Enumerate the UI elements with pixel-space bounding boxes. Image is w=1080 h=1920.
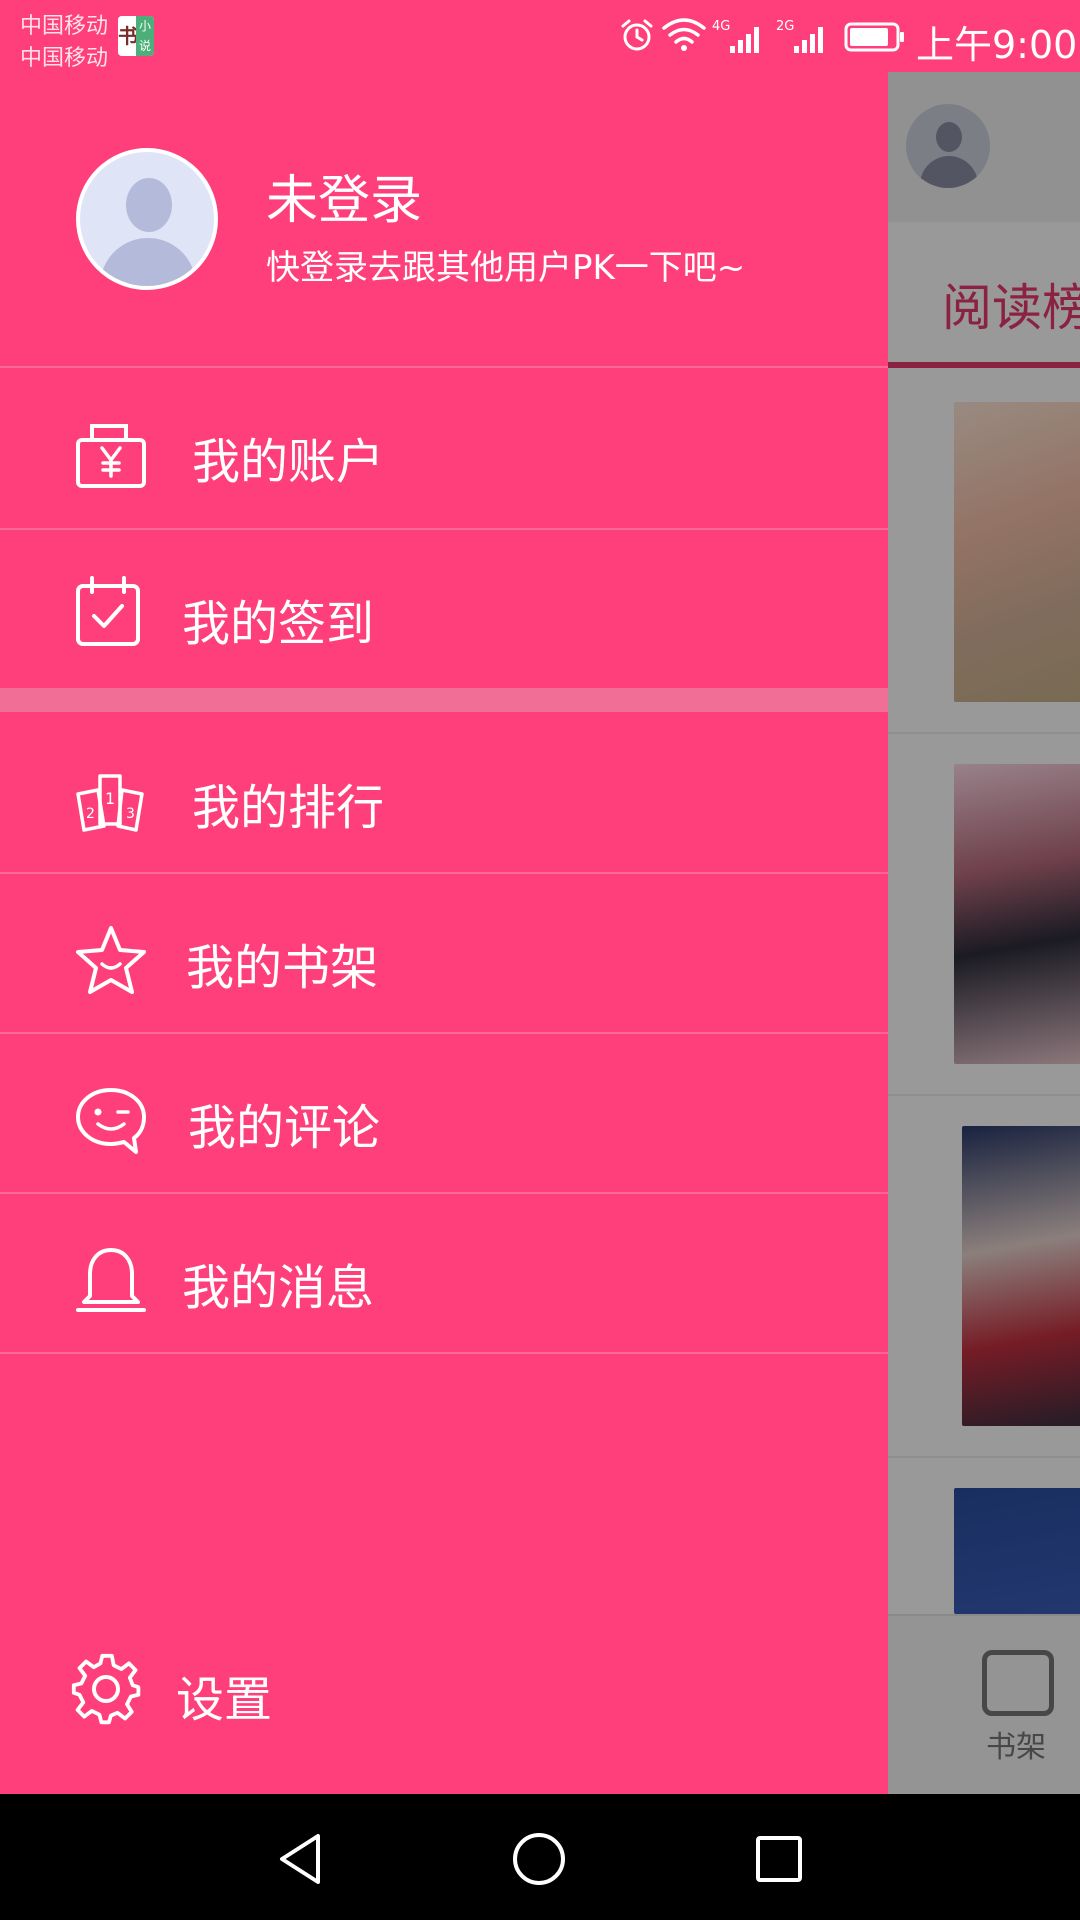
menu-item-ranking[interactable]: 2 1 3 我的排行 <box>0 714 888 872</box>
calendar-check-icon <box>76 576 140 646</box>
menu-item-label: 我的账户 <box>192 434 385 490</box>
svg-text:4G: 4G <box>712 19 730 34</box>
divider <box>0 1352 888 1354</box>
menu-item-label: 我的评论 <box>188 1100 381 1156</box>
menu-item-comments[interactable]: 我的评论 <box>0 1034 888 1192</box>
signal-2g-icon: 2G <box>776 19 823 53</box>
alarm-icon <box>621 19 653 51</box>
navigation-drawer: 未登录 快登录去跟其他用户PK一下吧~ 我的账户 我的签到 2 1 3 我的排行 <box>0 0 888 1794</box>
svg-text:1: 1 <box>105 789 115 808</box>
back-icon[interactable] <box>266 1824 336 1894</box>
status-time: 上午9:00 <box>916 23 1078 67</box>
carrier-label: 中国移动 <box>20 14 109 39</box>
menu-item-settings[interactable]: 设置 <box>0 1606 888 1766</box>
svg-text:2: 2 <box>86 806 95 822</box>
app-notification-icon: 书 小说 <box>118 16 154 56</box>
menu-item-account[interactable]: 我的账户 <box>0 368 888 526</box>
gear-icon <box>71 1653 141 1725</box>
section-separator <box>0 688 888 712</box>
menu-item-label: 我的签到 <box>182 596 375 652</box>
recent-apps-icon[interactable] <box>744 1824 814 1894</box>
chat-wink-icon <box>76 1088 146 1154</box>
svg-text:2G: 2G <box>776 19 794 34</box>
signal-4g-icon: 4G <box>712 19 759 53</box>
system-navigation-bar <box>0 1794 1080 1920</box>
wallet-yen-icon <box>76 424 146 488</box>
home-icon[interactable] <box>504 1824 574 1894</box>
menu-item-label: 我的消息 <box>182 1260 375 1316</box>
menu-item-messages[interactable]: 我的消息 <box>0 1194 888 1352</box>
battery-icon <box>844 22 904 52</box>
ranking-podium-icon: 2 1 3 <box>76 774 144 832</box>
star-icon <box>76 926 146 994</box>
profile-login-hint: 快登录去跟其他用户PK一下吧~ <box>266 248 746 288</box>
bell-icon <box>76 1248 146 1312</box>
menu-item-label: 设置 <box>176 1672 273 1728</box>
menu-item-bookshelf[interactable]: 我的书架 <box>0 874 888 1032</box>
menu-item-label: 我的排行 <box>192 780 385 836</box>
svg-text:3: 3 <box>126 806 135 822</box>
profile-name[interactable]: 未登录 <box>266 158 422 233</box>
menu-item-label: 我的书架 <box>186 940 379 996</box>
wifi-icon <box>662 18 706 51</box>
avatar[interactable] <box>76 148 218 290</box>
profile-header[interactable]: 未登录 快登录去跟其他用户PK一下吧~ <box>0 72 888 366</box>
menu-item-checkin[interactable]: 我的签到 <box>0 530 888 686</box>
status-bar: 中国移动 中国移动 书 小说 4G 2G 上午9:00 <box>0 0 1080 72</box>
carrier-label: 中国移动 <box>20 46 109 71</box>
